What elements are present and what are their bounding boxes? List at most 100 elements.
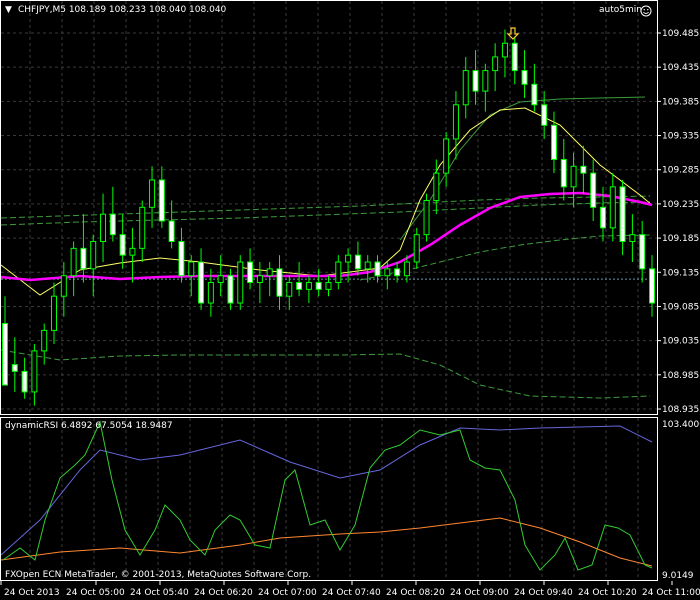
candle	[315, 268, 322, 297]
candle-body-up	[217, 275, 224, 284]
rsi-lower-line	[0, 517, 653, 567]
candle-body-up	[433, 172, 440, 201]
rsi-main-line	[2, 420, 653, 571]
candle-body-up	[501, 42, 508, 58]
candle-body-down	[80, 247, 87, 270]
candle	[2, 296, 8, 386]
candle-body-up	[100, 213, 107, 243]
candle	[90, 234, 97, 297]
candle-body-up	[207, 282, 214, 304]
price-chart[interactable]: 109.485 109.435 109.385 109.335 109.285 109.2…	[0, 0, 700, 600]
candle-body-down	[168, 220, 175, 243]
candle	[21, 357, 28, 399]
candle-body-down	[198, 261, 205, 304]
candle-body-down	[21, 370, 28, 393]
indicator-scale-bottom: 9.0149	[662, 571, 694, 581]
candle-body-down	[227, 275, 234, 304]
candle	[374, 255, 381, 283]
candle-body-down	[472, 70, 479, 92]
candle	[70, 241, 77, 297]
time-tick-label: 24 Oct 2013	[4, 588, 60, 598]
candle	[521, 50, 528, 98]
header-menu-triangle-icon[interactable]: ▼	[5, 5, 12, 15]
candle-body-down	[521, 70, 528, 85]
candle-body-up	[629, 234, 636, 243]
candle	[51, 282, 58, 345]
candle	[266, 262, 273, 297]
candle-body-up	[482, 70, 489, 92]
candle-body-up	[384, 268, 391, 277]
time-tick-label: 24 Oct 09:40	[514, 588, 573, 598]
candle	[590, 159, 597, 221]
candle	[31, 344, 38, 406]
price-tick-label: 109.435	[662, 63, 699, 73]
candle-body-down	[511, 42, 518, 72]
candle-body-down	[649, 268, 655, 304]
candle-body-down	[599, 206, 606, 229]
candle	[639, 221, 646, 283]
candle	[237, 255, 244, 310]
time-tick-label: 24 Oct 05:00	[66, 588, 125, 598]
candle	[276, 255, 283, 310]
time-tick-label: 24 Oct 10:20	[578, 588, 637, 598]
candle-body-up	[423, 199, 430, 236]
candle-body-up	[70, 247, 77, 277]
candle-body-up	[237, 261, 244, 304]
candle	[560, 138, 567, 201]
candle	[149, 166, 156, 228]
candle	[501, 29, 508, 78]
candle-body-up	[345, 254, 352, 263]
candle	[649, 255, 655, 317]
candle-body-down	[560, 158, 567, 188]
rsi-indicator-lines	[0, 420, 653, 571]
candle	[472, 50, 479, 105]
candle-body-up	[492, 56, 499, 72]
candlesticks	[2, 29, 655, 406]
time-tick-label: 24 Oct 07:40	[322, 588, 381, 598]
candle-body-up	[462, 70, 469, 106]
candle	[619, 179, 626, 256]
candle-body-up	[452, 104, 459, 140]
price-tick-label: 109.385	[662, 97, 699, 107]
candle-body-down	[11, 364, 18, 372]
price-tick-label: 108.935	[662, 405, 699, 415]
smiley-icon	[640, 5, 652, 17]
time-tick-label: 24 Oct 11:00	[642, 588, 700, 598]
candle-body-down	[394, 268, 401, 277]
candle	[492, 43, 499, 92]
upper-band-line-2	[0, 201, 651, 226]
candle-body-up	[286, 282, 293, 297]
candle	[335, 255, 342, 290]
candle	[158, 166, 165, 228]
candle-body-up	[335, 261, 342, 284]
candle-body-up	[403, 261, 410, 277]
candle-body-up	[570, 165, 577, 188]
candle	[609, 173, 616, 242]
candle	[256, 262, 263, 304]
indicator-scale-top: 103.4006	[662, 420, 700, 430]
indicator-title: dynamicRSI 6.4892 67.5054 18.9487	[5, 421, 173, 431]
candle-body-down	[296, 282, 303, 290]
candle-body-down	[109, 213, 116, 236]
candle	[531, 63, 538, 112]
candle	[109, 186, 116, 242]
candle	[482, 63, 489, 112]
candle	[443, 132, 450, 187]
candle-body-down	[639, 234, 646, 270]
candle-body-down	[580, 165, 587, 174]
symbol-info: CHFJPY,M5 108.189 108.233 108.040 108.04…	[18, 5, 227, 15]
candle-body-down	[550, 124, 557, 160]
candle	[570, 152, 577, 208]
candle	[580, 145, 587, 194]
candle-body-up	[305, 282, 312, 290]
price-tick-label: 109.135	[662, 268, 699, 278]
candle-body-up	[60, 275, 67, 297]
time-tick-label: 24 Oct 09:00	[450, 588, 509, 598]
candle-body-up	[413, 234, 420, 263]
candle-body-up	[90, 241, 97, 270]
candle	[286, 275, 293, 310]
time-tick-label: 24 Oct 08:20	[386, 588, 445, 598]
candle-body-down	[119, 234, 126, 256]
candle	[423, 193, 430, 242]
rsi-upper-line	[0, 425, 653, 556]
